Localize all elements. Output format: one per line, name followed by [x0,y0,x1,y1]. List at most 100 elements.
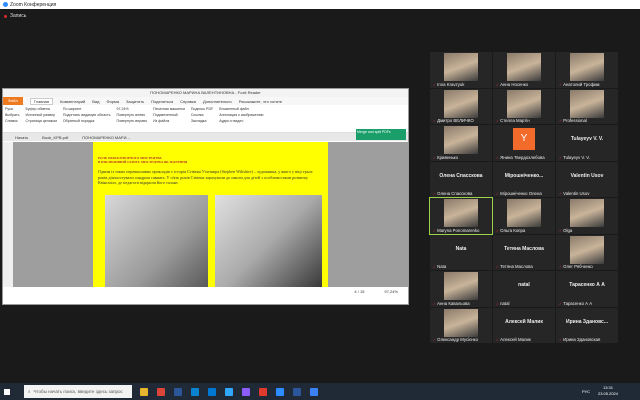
participant-tile[interactable]: Valentin Usov ♪ Valentin Usov [556,161,618,197]
participant-tile[interactable]: ♪ Анна Кавальова [430,271,492,307]
participant-name: ♪ Maryna Ponomarenko [433,228,479,233]
ribbon-button[interactable]: Снимок [5,119,19,123]
participant-display-name: Ирина Здановс... [566,318,608,325]
recording-indicator[interactable]: Запись [4,13,26,19]
ribbon-button[interactable]: Вложенный файл [219,107,263,111]
ribbon-button[interactable]: Рука [5,107,19,111]
participant-video [444,308,478,337]
taskbar-app-icon[interactable] [208,387,216,396]
participant-video [444,199,478,227]
ribbon-button[interactable]: Истинный размер [25,113,56,117]
taskbar-app-icon[interactable] [242,387,250,396]
participant-tile[interactable]: ♪ Inna Kravzyuk [430,52,492,88]
participant-tile[interactable]: ♪ Maryna Ponomarenko [429,197,493,235]
participant-display-name: Тарасенко А А [569,282,605,288]
ribbon-button[interactable]: Выбрать [5,113,19,117]
pdf-statusbar: 4 / 15 97,24% [3,287,408,296]
participant-tile[interactable]: Tulayeyv V. V. ♪ Tulayeyv V. V. [556,125,618,161]
taskbar-app-icon[interactable] [225,387,233,396]
menu-item[interactable]: Поделиться [151,99,173,104]
ribbon-button[interactable]: Аудио и видео [219,119,263,123]
participant-tile[interactable]: ♪ Ольга Копра [493,198,555,234]
ribbon-button[interactable]: Печатная машинка [153,107,185,111]
participant-tile[interactable]: ♪ Олександр Мусієнко [430,307,492,343]
windows-start-icon[interactable] [4,388,10,395]
ribbon-button[interactable]: Подсвеченный [153,113,185,117]
document-tab[interactable]: Начать [15,135,28,140]
participant-tile[interactable]: ♪ Стелла Мартін [493,88,555,124]
participant-tile[interactable]: Тарасенко А А ♪ Тарасенко А А [556,271,618,307]
ribbon-button[interactable]: Аннотация к изображению [219,113,263,117]
participant-display-name: Nata [455,245,467,252]
menu-item[interactable]: Вид [92,99,99,104]
participant-tile[interactable]: ♪ Olga [556,198,618,234]
ribbon-button[interactable]: Повернуть влево [117,113,147,117]
menu-item[interactable]: Расскажите, что хотите [239,99,282,104]
menu-item[interactable]: Справка [180,99,196,104]
participant-tile[interactable]: Алексей Малик ♪ Алексей Малик [493,307,555,343]
document-tab[interactable]: ПОНОМАРЕНКО МАРИ... [82,135,130,140]
participant-tile[interactable]: Nata ♪ Nata [430,234,492,270]
ribbon-button[interactable]: По ширине [63,107,111,111]
pdf-ribbon: Рука Выбрать Снимок Буфер обмена Истинный ра… [3,105,408,133]
muted-mic-icon: ♪ [559,154,562,160]
participant-tile[interactable]: Тетяна Маслова ♪ Тетяна Маслова [493,234,555,270]
taskbar-app-icon[interactable] [140,387,148,396]
page-photo-2 [215,195,322,292]
participant-tile[interactable]: Мірошніченко... ♪ Мірошніченко Олена [493,161,555,197]
taskbar-app-icon[interactable] [191,387,199,396]
participant-tile[interactable]: ♪ Кривенько [430,125,492,161]
participant-name: ♪ Тарасенко А А [559,301,592,306]
ribbon-button[interactable]: Буфер обмена [25,107,56,111]
muted-mic-icon: ♪ [496,154,499,160]
participant-video [570,199,604,227]
ribbon-button[interactable]: Страница целиком [25,119,56,123]
ad-banner[interactable]: Merge and split PDFs [356,129,406,140]
participant-tile[interactable]: ♪ Professional [556,88,618,124]
participant-tile[interactable]: Y ♪ Янина Твердохлебова [493,125,555,161]
ribbon-button[interactable]: Обратный порядок [63,119,111,123]
participant-name: ♪ Янина Твердохлебова [496,155,545,160]
taskbar-app-icon[interactable] [157,387,165,396]
ribbon-button[interactable]: Закладка [191,119,213,123]
participant-tile[interactable]: Олена Спасскова ♪ Олена Спасскова [430,161,492,197]
page-navigator[interactable]: 4 / 15 [354,289,364,294]
ribbon-button[interactable]: Ссылка [191,113,213,117]
ribbon-button[interactable]: 97,24% [117,107,147,111]
muted-mic-icon: ♪ [559,264,562,269]
menu-item[interactable]: Главная [29,97,54,105]
clock[interactable]: 13:31 23.05.2024 [598,385,618,397]
participant-tile[interactable]: ♪ Анатолий Трофим [556,52,618,88]
taskbar-app-icon[interactable] [310,387,318,396]
ribbon-button[interactable]: Подогнать видимую область [63,113,111,117]
ribbon-button[interactable]: Повернуть вправо [117,119,147,123]
taskbar-search[interactable]: ⌕ Чтобы начать поиск, введите здесь запро… [24,385,132,398]
menu-item[interactable]: Форма [107,99,119,104]
page-photo-1 [105,195,208,292]
participant-name-label: Тетяна Маслова [500,264,533,269]
participant-tile[interactable]: Ирина Здановс... ♪ Ирина Здановская [556,307,618,343]
participant-tile[interactable]: ♪ Анна Носенко [493,52,555,88]
language-indicator[interactable]: РУС [582,389,590,394]
pdf-title: ПОНОМАРЕНКО МАРИНА ВАЛЕНТИНОВНА - Foxit … [3,89,408,97]
taskbar-app-icon[interactable] [174,387,182,396]
ribbon-button[interactable]: Подпись PDF [191,107,213,111]
participant-name: ♪ Дмитро ВЕЛИЧКО [433,118,474,123]
participant-name: ♪ Кривенько [433,155,458,160]
taskbar-app-icon[interactable] [276,387,284,396]
ribbon-button[interactable]: Из файла [153,119,185,123]
taskbar-app-icon[interactable] [293,387,301,396]
participant-tile[interactable]: ♪ Дмитро ВЕЛИЧКО [430,88,492,124]
ribbon-group: Подпись PDF Ссылка Закладка [191,107,213,130]
participant-tile[interactable]: natal ♪ natal [493,271,555,307]
document-tab[interactable]: Book_KPB.pdf [42,135,68,140]
taskbar-app-icon[interactable] [259,387,267,396]
participant-name-label: Inna Kravzyuk [437,81,465,87]
menu-item[interactable]: Дополнительно [203,99,232,104]
zoom-level[interactable]: 97,24% [384,289,398,294]
participant-tile[interactable]: ♪ Олег Рябченко [556,234,618,270]
window-title: Zoom Конференция [10,1,57,8]
menu-item[interactable]: Защитить [126,99,144,104]
menu-item[interactable]: Файл [3,97,23,105]
menu-item[interactable]: Комментарий [60,99,85,104]
